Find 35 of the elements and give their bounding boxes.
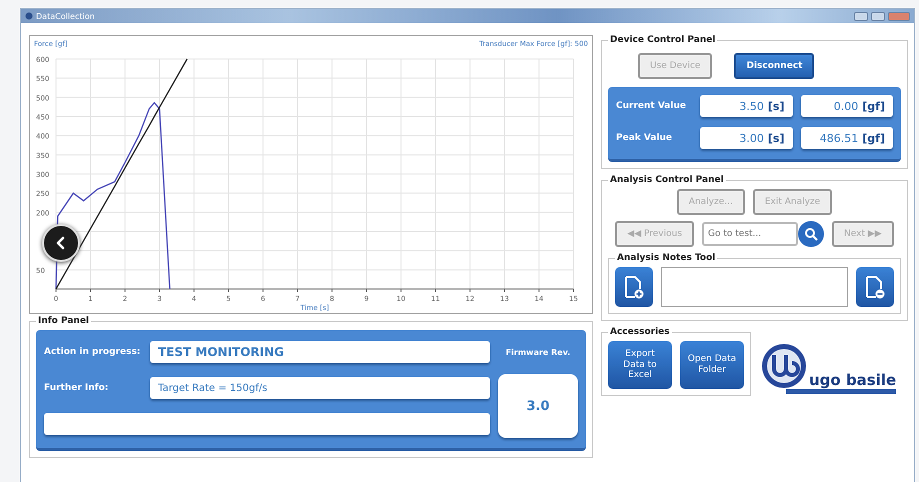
panel-title: Device Control Panel (609, 35, 716, 45)
logo-icon (761, 343, 807, 389)
accessory-button[interactable]: Export Data to Excel (608, 341, 672, 389)
goto-field[interactable]: Go to test... (702, 222, 798, 246)
info-field: Target Rate = 150gf/s (150, 377, 490, 399)
maximize-button[interactable] (871, 12, 885, 20)
panel-title: Info Panel (37, 316, 90, 326)
search-button[interactable] (798, 221, 824, 247)
accessory-button[interactable]: Open Data Folder (680, 341, 744, 389)
field-label: Current Value (616, 101, 687, 111)
remove-note-button[interactable] (856, 267, 894, 307)
value-field: 3.00 [s] (700, 127, 792, 149)
notes-field[interactable] (661, 267, 848, 307)
device-button[interactable]: Disconnect (734, 53, 814, 79)
app-icon (25, 12, 33, 20)
field-label: Peak Value (616, 133, 674, 143)
window-title: DataCollection (36, 12, 95, 20)
panel-title: Analysis Control Panel (609, 175, 725, 185)
value-field: 486.51 [gf] (800, 127, 893, 149)
status-field: TEST MONITORING (150, 341, 490, 363)
document-plus-icon (623, 274, 645, 300)
panel-title: Analysis Notes Tool (616, 253, 716, 263)
firmware-field: 3.0 (498, 374, 578, 438)
panel-title: Accessories (609, 327, 671, 337)
back-button[interactable] (42, 224, 80, 262)
value-field: 0.00 [gf] (800, 95, 893, 117)
value-field: 3.50 [s] (700, 95, 792, 117)
field-label: Action in progress: (44, 347, 142, 357)
document-minus-icon (864, 274, 886, 300)
minimize-button[interactable] (854, 12, 868, 20)
field-label: Further Info: (44, 383, 110, 393)
search-icon (804, 227, 818, 241)
field-label: Firmware Rev. (504, 348, 572, 356)
logo-text: ugo basile (809, 371, 896, 389)
add-note-button[interactable] (615, 267, 653, 307)
